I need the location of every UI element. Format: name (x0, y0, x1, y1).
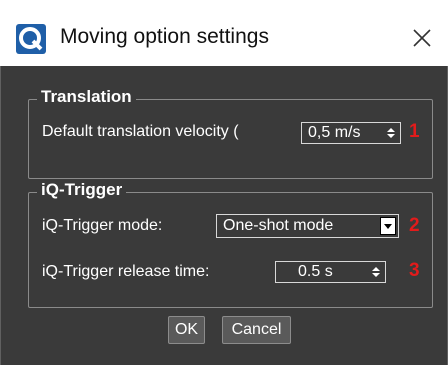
velocity-spinbox[interactable]: 0,5 m/s (301, 122, 401, 144)
trigger-group-title: iQ-Trigger (37, 180, 127, 200)
trigger-mode-label: iQ-Trigger mode: (42, 217, 163, 234)
release-time-label: iQ-Trigger release time: (42, 263, 210, 280)
annotation-marker-3: 3 (409, 260, 420, 281)
trigger-mode-select[interactable]: One-shot mode (216, 214, 399, 238)
close-button[interactable] (404, 20, 440, 56)
dropdown-arrow-icon (384, 224, 392, 229)
dropdown-button[interactable] (380, 217, 396, 235)
velocity-label: Default translation velocity ( (42, 123, 239, 140)
release-time-spinbox[interactable]: 0.5 s (275, 261, 386, 283)
trigger-mode-value: One-shot mode (223, 217, 334, 234)
release-time-value: 0.5 s (298, 263, 333, 280)
spin-arrows-icon[interactable] (371, 265, 381, 279)
trigger-group: iQ-Trigger iQ-Trigger mode: One-shot mod… (28, 180, 433, 308)
annotation-marker-2: 2 (409, 215, 420, 236)
velocity-value: 0,5 m/s (308, 124, 361, 141)
close-icon (413, 29, 431, 47)
translation-group-title: Translation (37, 87, 136, 107)
title-bar: Moving option settings (0, 0, 448, 66)
annotation-marker-1: 1 (409, 121, 420, 142)
app-logo-icon (16, 24, 46, 54)
window-title: Moving option settings (60, 25, 269, 48)
translation-group: Translation Default translation velocity… (28, 87, 433, 179)
spin-arrows-icon[interactable] (386, 126, 396, 140)
dialog-window: Moving option settings Translation Defau… (0, 0, 448, 365)
ok-button[interactable]: OK (168, 316, 205, 344)
cancel-button[interactable]: Cancel (222, 316, 291, 344)
dialog-body: Translation Default translation velocity… (0, 66, 448, 365)
